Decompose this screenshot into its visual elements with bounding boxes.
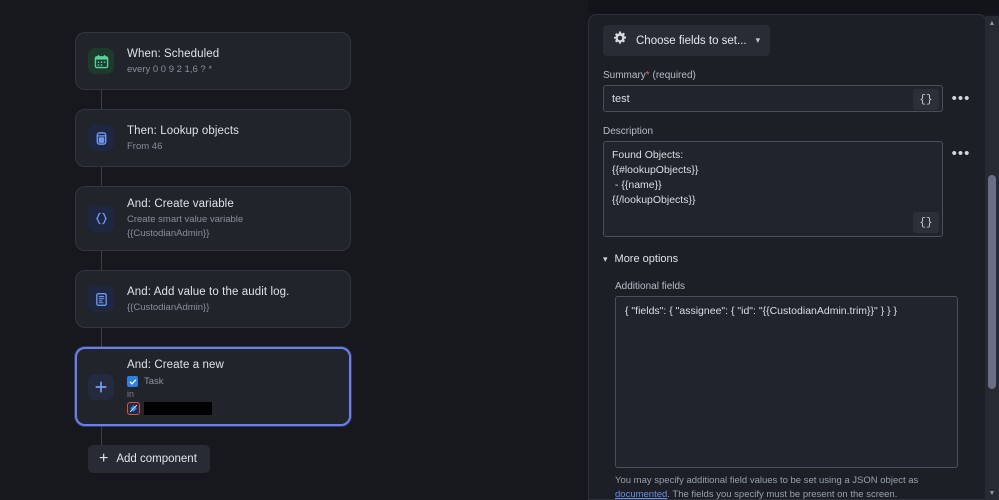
- calendar-icon: [88, 48, 114, 74]
- summary-row: test {} •••: [603, 85, 972, 112]
- rule-node-lookup-objects[interactable]: Then: Lookup objects From 46: [75, 109, 351, 167]
- additional-fields-block: Additional fields { "fields": { "assigne…: [615, 280, 972, 500]
- required-text: (required): [652, 70, 696, 81]
- summary-value: test: [612, 92, 630, 105]
- scroll-up-arrow-icon[interactable]: ▲: [985, 16, 999, 30]
- additional-fields-value: { "fields": { "assignee": { "id": "{{Cus…: [625, 304, 898, 317]
- audit-log-icon: [88, 286, 114, 312]
- description-more-menu-button[interactable]: •••: [950, 141, 972, 237]
- flow-connector: [101, 90, 102, 109]
- additional-fields-label: Additional fields: [615, 280, 686, 292]
- gear-icon: [613, 31, 627, 50]
- automation-rule-editor: When: Scheduled every 0 0 9 2 1,6 ? * Th…: [0, 0, 999, 500]
- required-asterisk: *: [645, 70, 650, 81]
- rule-node-when-scheduled[interactable]: When: Scheduled every 0 0 9 2 1,6 ? *: [75, 32, 351, 90]
- plus-icon: +: [99, 450, 109, 467]
- braces-icon: [88, 205, 114, 232]
- task-checkbox-icon: [127, 376, 138, 387]
- node-body: And: Create variable Create smart value …: [127, 197, 338, 240]
- flow-connector: [101, 328, 102, 347]
- additional-fields-textarea[interactable]: { "fields": { "assignee": { "id": "{{Cus…: [615, 295, 958, 468]
- task-type-row: Task: [127, 376, 338, 387]
- rule-node-audit-log[interactable]: And: Add value to the audit log. {{Custo…: [75, 270, 351, 328]
- summary-label: Summary* (required): [603, 70, 972, 81]
- helper-text-pre: You may specify additional field values …: [615, 474, 919, 486]
- rule-canvas[interactable]: When: Scheduled every 0 0 9 2 1,6 ? * Th…: [0, 0, 588, 500]
- database-icon: [88, 125, 114, 151]
- scrollbar-track[interactable]: [985, 30, 999, 486]
- choose-fields-label: Choose fields to set...: [636, 34, 747, 47]
- flow-connector: [101, 426, 102, 445]
- description-smart-value-button[interactable]: {}: [913, 212, 939, 233]
- summary-more-menu-button[interactable]: •••: [950, 85, 972, 112]
- choose-fields-dropdown[interactable]: Choose fields to set... ▾: [603, 25, 771, 56]
- node-title: When: Scheduled: [127, 47, 220, 60]
- description-textarea[interactable]: Found Objects: {{#lookupObjects}} - {{na…: [603, 141, 943, 237]
- more-options-label: More options: [614, 253, 679, 265]
- add-component-label: Add component: [116, 453, 197, 465]
- chevron-down-icon: ▾: [755, 35, 761, 45]
- node-subtitle: Create smart value variable: [127, 214, 244, 225]
- more-options-toggle[interactable]: ▾ More options: [603, 253, 678, 265]
- page-scrollbar[interactable]: ▲ ▼: [985, 16, 999, 500]
- project-avatar-icon: [127, 402, 140, 415]
- node-subtitle: {{CustodianAdmin}}: [127, 301, 210, 313]
- scroll-down-arrow-icon[interactable]: ▼: [985, 486, 999, 500]
- in-label: in: [127, 389, 135, 399]
- flow-connector: [101, 167, 102, 186]
- component-config-panel: Choose fields to set... ▾ Summary* (requ…: [588, 14, 987, 500]
- node-title: Then: Lookup objects: [127, 124, 239, 137]
- rule-node-create-variable[interactable]: And: Create variable Create smart value …: [75, 186, 351, 251]
- project-name-redacted: [144, 402, 212, 415]
- rule-flow: When: Scheduled every 0 0 9 2 1,6 ? * Th…: [75, 32, 351, 473]
- node-body: When: Scheduled every 0 0 9 2 1,6 ? *: [127, 47, 338, 76]
- summary-input[interactable]: test {}: [603, 85, 943, 112]
- node-body: And: Create a new Task in: [127, 358, 338, 415]
- description-row: Found Objects: {{#lookupObjects}} - {{na…: [603, 141, 972, 237]
- scrollbar-thumb[interactable]: [988, 175, 996, 389]
- node-body: Then: Lookup objects From 46: [127, 124, 338, 153]
- node-subtitle-secondary: {{CustodianAdmin}}: [127, 228, 210, 239]
- task-type-label: Task: [144, 376, 164, 387]
- node-title: And: Create a new: [127, 359, 224, 371]
- flow-connector: [101, 251, 102, 270]
- additional-fields-helper-text: You may specify additional field values …: [615, 474, 958, 500]
- documented-link[interactable]: documented: [615, 489, 667, 500]
- chevron-down-icon: ▾: [603, 253, 608, 264]
- description-value: Found Objects: {{#lookupObjects}} - {{na…: [612, 149, 699, 206]
- node-title: And: Create variable: [127, 198, 234, 210]
- node-subtitle: every 0 0 9 2 1,6 ? *: [127, 63, 213, 75]
- add-component-button[interactable]: + Add component: [88, 445, 210, 473]
- rule-node-create-new-task[interactable]: And: Create a new Task in: [75, 347, 351, 426]
- helper-text-post: . The fields you specify must be present…: [667, 488, 898, 500]
- node-title: And: Add value to the audit log.: [127, 285, 290, 298]
- project-row: [127, 402, 338, 415]
- summary-label-text: Summary: [603, 70, 646, 81]
- summary-smart-value-button[interactable]: {}: [913, 89, 939, 110]
- node-body: And: Add value to the audit log. {{Custo…: [127, 285, 338, 314]
- panel-content: Choose fields to set... ▾ Summary* (requ…: [589, 15, 986, 500]
- node-subtitle: From 46: [127, 140, 163, 152]
- plus-icon: [88, 373, 114, 400]
- description-label: Description: [603, 126, 654, 137]
